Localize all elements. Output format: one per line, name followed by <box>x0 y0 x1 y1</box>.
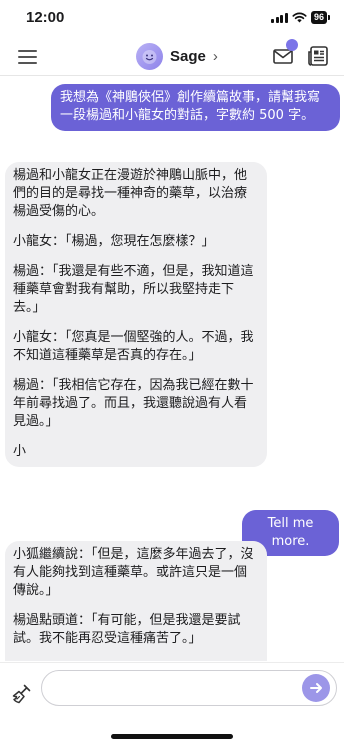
sage-avatar <box>136 42 163 70</box>
battery-level: 96 <box>310 11 327 24</box>
composer-divider <box>0 662 344 663</box>
hamburger-menu-icon[interactable] <box>18 46 38 66</box>
message-paragraph: 楊過點頭道：「有可能，但是我還是要試試。我不能再忍受這種痛苦了。」 <box>13 613 241 646</box>
message-paragraph: 楊過：「我相信它存在，因為我已經在數十年前尋找過了。而且，我還聽說過有人看見過。… <box>13 378 254 429</box>
bot-name: Sage <box>170 47 206 65</box>
chat-header: Sage › <box>0 36 344 76</box>
bot-message: 楊過和小龍女正在漫遊於神鵰山脈中，他們的目的是尋找一種神奇的藥草，以治療楊過受傷… <box>5 162 267 467</box>
envelope-icon[interactable] <box>272 39 298 68</box>
status-icons: 96 <box>271 11 330 24</box>
message-paragraph: 小狐繼續說：「但是，這麼多年過去了，沒有人能夠找到這種藥草。或許這只是一個傳說。… <box>13 547 254 598</box>
battery-icon: 96 <box>310 11 330 24</box>
message-input[interactable] <box>41 670 337 706</box>
home-indicator <box>111 734 233 739</box>
message-paragraph: 小龍女：「您真是一個堅強的人。不過，我不知道這種藥草是否真的存在。」 <box>13 330 254 363</box>
signal-icon <box>271 12 288 23</box>
header-divider <box>0 75 344 76</box>
send-button[interactable] <box>302 674 330 702</box>
inbox-badge <box>286 39 298 51</box>
status-time: 12:00 <box>26 9 65 26</box>
user-message: 我想為《神鵰俠侶》創作續篇故事，請幫我寫一段楊過和小龍女的對話，字數約 500 … <box>51 84 340 131</box>
bot-message-streaming: 小狐繼續說：「但是，這麼多年過去了，沒有人能夠找到這種藥草。或許這只是一個傳說。… <box>5 541 267 661</box>
newspaper-icon[interactable] <box>306 44 330 68</box>
arrow-right-icon <box>310 683 322 693</box>
chevron-right-icon: › <box>212 47 218 65</box>
wifi-icon <box>292 12 307 23</box>
status-bar: 12:00 96 <box>0 0 344 36</box>
broom-icon[interactable] <box>10 682 34 706</box>
message-text: 我想為《神鵰俠侶》創作續篇故事，請幫我寫一段楊過和小龍女的對話，字數約 500 … <box>60 90 321 123</box>
bot-title-button[interactable]: Sage › <box>136 41 218 71</box>
message-paragraph: 小 <box>13 444 27 459</box>
message-paragraph: 小龍女：「楊過，您現在怎麼樣？」 <box>13 234 215 249</box>
composer <box>0 662 344 745</box>
message-paragraph: 楊過：「我還是有些不適，但是，我知道這種藥草會對我有幫助，所以我堅持走下去。」 <box>13 264 254 315</box>
message-paragraph: 楊過和小龍女正在漫遊於神鵰山脈中，他們的目的是尋找一種神奇的藥草，以治療楊過受傷… <box>13 168 248 219</box>
